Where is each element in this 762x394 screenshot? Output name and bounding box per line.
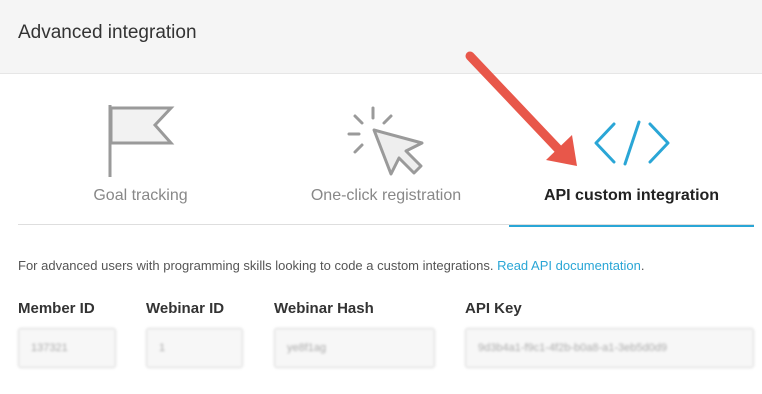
api-documentation-link[interactable]: Read API documentation (497, 258, 641, 273)
webinar-id-label: Webinar ID (146, 300, 225, 317)
webinar-hash-field[interactable]: ye8f1ag (274, 328, 435, 368)
page-title: Advanced integration (18, 22, 197, 43)
tab-one-click-registration[interactable]: One-click registration (263, 98, 509, 225)
webinar-id-field[interactable]: 1 (146, 328, 243, 368)
tab-goal-tracking[interactable]: Goal tracking (18, 98, 263, 225)
member-id-label: Member ID (18, 300, 95, 317)
tabs-divider (18, 224, 754, 225)
code-icon (594, 120, 670, 166)
tab-label: Goal tracking (93, 187, 188, 204)
webinar-hash-label: Webinar Hash (274, 300, 374, 317)
description-text: For advanced users with programming skil… (18, 258, 494, 273)
member-id-field[interactable]: 137321 (18, 328, 116, 368)
tab-label: One-click registration (310, 187, 462, 204)
integration-tabs: Goal tracking One-click registration API… (18, 98, 754, 227)
page-header: Advanced integration (0, 0, 762, 74)
description: For advanced users with programming skil… (18, 258, 645, 273)
flag-icon (108, 105, 175, 177)
cursor-click-icon (347, 106, 424, 176)
api-key-label: API Key (465, 300, 522, 317)
description-period: . (640, 258, 645, 273)
tab-api-custom-integration[interactable]: API custom integration (509, 98, 754, 227)
api-key-field[interactable]: 9d3b4a1-f9c1-4f2b-b0a8-a1-3eb5d0d9 (465, 328, 754, 368)
tab-label: API custom integration (543, 187, 720, 204)
